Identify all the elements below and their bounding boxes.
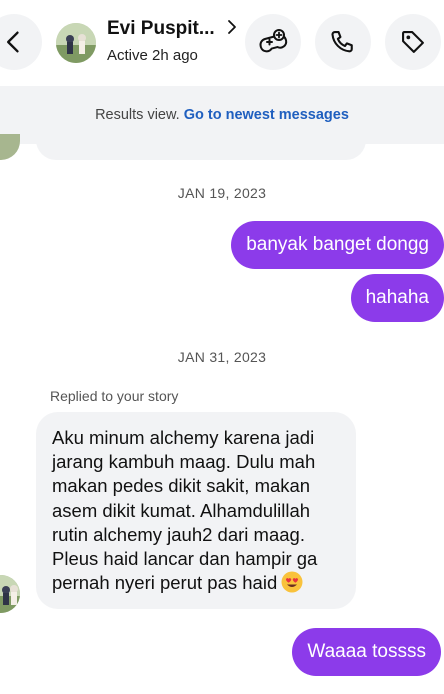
heart-eyes-emoji-icon	[281, 571, 303, 593]
avatar	[0, 575, 20, 613]
incoming-message-bubble[interactable]	[36, 138, 366, 160]
message-text: Waaaa tossss	[307, 641, 426, 662]
call-button[interactable]	[315, 14, 371, 70]
results-banner: Results view. Go to newest messages	[0, 86, 444, 144]
games-button[interactable]	[245, 14, 301, 70]
avatar[interactable]	[56, 23, 96, 63]
chat-header: Evi Puspit... Active 2h ago	[0, 0, 444, 86]
active-status: Active 2h ago	[107, 47, 198, 64]
incoming-message-bubble[interactable]: Aku minum alchemy karena jadi jarang kam…	[36, 412, 356, 610]
message-text: Aku minum alchemy karena jadi jarang kam…	[52, 427, 318, 594]
game-controller-icon	[259, 29, 288, 53]
tag-button[interactable]	[385, 14, 441, 70]
date-separator: JAN 19, 2023	[177, 185, 267, 201]
banner-text: Results view.	[95, 107, 180, 123]
contact-profile-link[interactable]: Evi Puspit...	[107, 18, 237, 40]
story-reply-label: Replied to your story	[50, 388, 179, 404]
contact-name: Evi Puspit...	[107, 18, 215, 39]
tag-icon	[402, 31, 424, 53]
outgoing-message-bubble[interactable]: Waaaa tossss	[292, 628, 441, 676]
go-to-newest-link[interactable]: Go to newest messages	[184, 107, 349, 123]
date-separator: JAN 31, 2023	[177, 349, 267, 365]
chevron-left-icon	[7, 31, 19, 53]
message-text: banyak banget dongg	[246, 234, 429, 255]
outgoing-message-bubble[interactable]: banyak banget dongg	[231, 221, 444, 269]
back-button[interactable]	[0, 14, 42, 70]
phone-icon	[331, 31, 353, 53]
message-text: hahaha	[365, 287, 429, 308]
chevron-right-icon	[227, 20, 236, 34]
avatar	[0, 134, 20, 160]
outgoing-message-bubble[interactable]: hahaha	[350, 274, 444, 322]
